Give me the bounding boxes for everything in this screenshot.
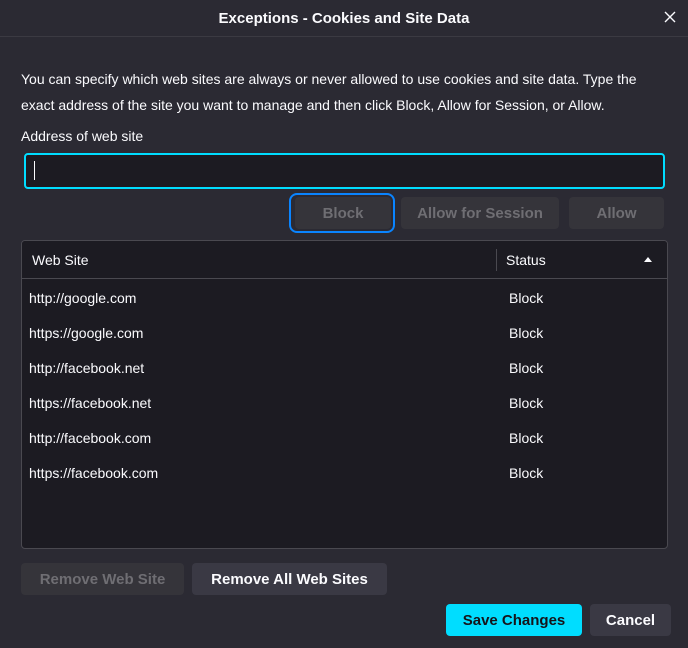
site-cell: http://facebook.com <box>29 430 152 446</box>
status-cell: Block <box>509 430 544 446</box>
table-row[interactable]: https://facebook.net Block <box>22 386 667 421</box>
table-header: Web Site Status <box>22 241 667 279</box>
remove-web-site-label: Remove Web Site <box>39 570 166 588</box>
sort-ascending-icon[interactable] <box>644 257 652 262</box>
remove-all-web-sites-label: Remove All Web Sites <box>211 570 368 588</box>
column-header-status[interactable]: Status <box>506 252 546 268</box>
site-cell: https://facebook.net <box>29 395 152 411</box>
title-bar: Exceptions - Cookies and Site Data <box>0 0 688 37</box>
allow-for-session-label: Allow for Session <box>417 204 543 222</box>
status-cell: Block <box>509 465 544 481</box>
remove-web-site-button[interactable]: Remove Web Site <box>21 563 184 595</box>
dialog-title: Exceptions - Cookies and Site Data <box>218 9 470 27</box>
cancel-button[interactable]: Cancel <box>590 604 671 636</box>
allow-button[interactable]: Allow <box>569 197 664 229</box>
column-divider[interactable] <box>496 249 497 271</box>
status-cell: Block <box>509 395 544 411</box>
site-cell: https://facebook.com <box>29 465 159 481</box>
address-label: Address of web site <box>21 128 144 144</box>
address-input[interactable] <box>24 153 665 189</box>
status-cell: Block <box>509 360 544 376</box>
column-header-web-site[interactable]: Web Site <box>32 252 89 268</box>
cancel-label: Cancel <box>605 611 656 629</box>
cookie-exceptions-dialog: Exceptions - Cookies and Site Data You c… <box>0 0 688 648</box>
text-caret <box>34 161 35 180</box>
save-changes-button[interactable]: Save Changes <box>446 604 582 636</box>
allow-button-label: Allow <box>596 204 637 222</box>
sites-table[interactable]: Web Site Status http://google.com Block … <box>21 240 668 549</box>
dialog-description: You can specify which web sites are alwa… <box>21 71 637 113</box>
site-cell: https://google.com <box>29 325 144 341</box>
table-row[interactable]: https://google.com Block <box>22 316 667 351</box>
table-row[interactable]: http://google.com Block <box>22 281 667 316</box>
block-button[interactable]: Block <box>295 197 391 229</box>
allow-for-session-button[interactable]: Allow for Session <box>401 197 559 229</box>
status-cell: Block <box>509 290 544 306</box>
table-row[interactable]: https://facebook.com Block <box>22 456 667 491</box>
close-icon[interactable] <box>662 9 678 25</box>
remove-all-web-sites-button[interactable]: Remove All Web Sites <box>192 563 387 595</box>
status-cell: Block <box>509 325 544 341</box>
table-row[interactable]: http://facebook.com Block <box>22 421 667 456</box>
site-cell: http://google.com <box>29 290 137 306</box>
table-row[interactable]: http://facebook.net Block <box>22 351 667 386</box>
save-changes-label: Save Changes <box>462 611 566 629</box>
block-button-label: Block <box>322 204 364 222</box>
site-cell: http://facebook.net <box>29 360 145 376</box>
